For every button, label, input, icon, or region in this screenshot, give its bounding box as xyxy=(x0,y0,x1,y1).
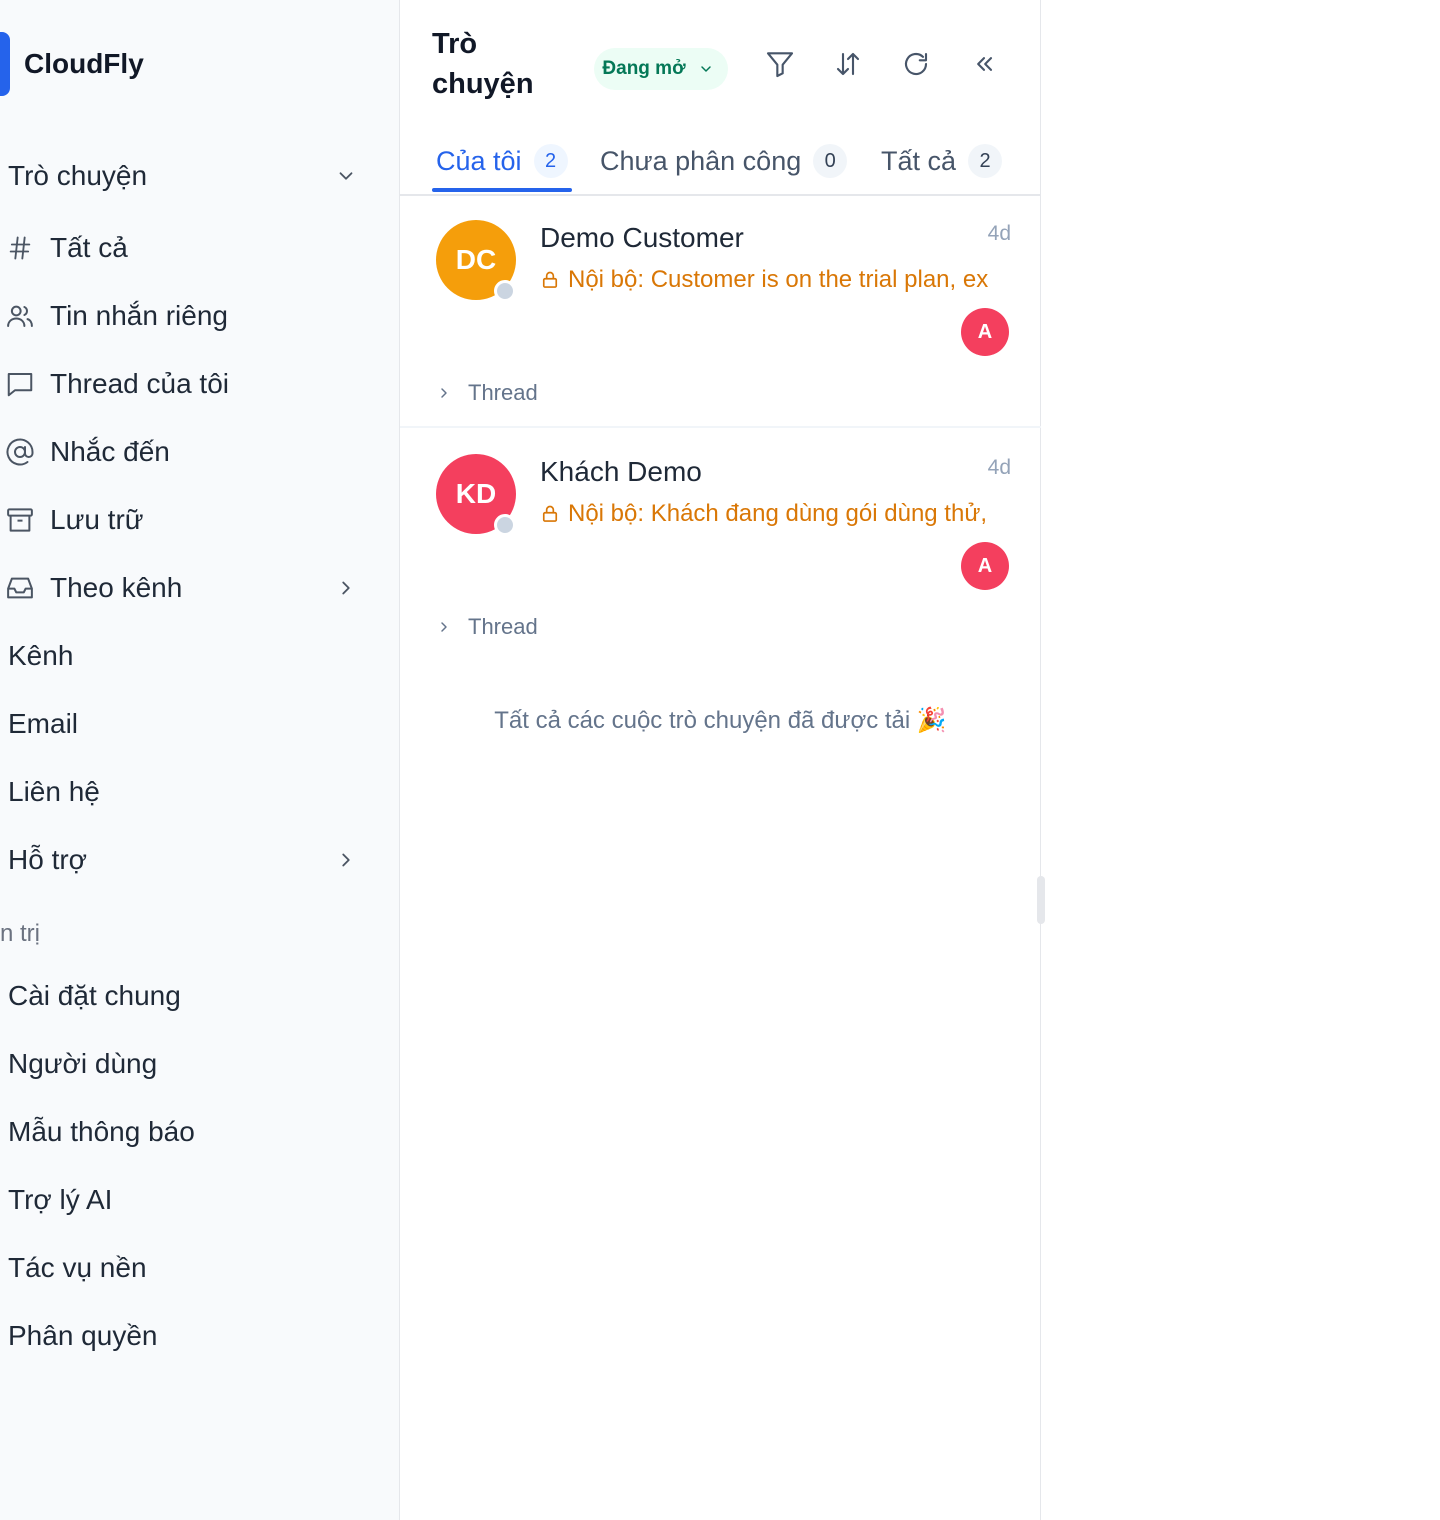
sidebar-link-label: Cài đặt chung xyxy=(8,980,181,1011)
message-preview-text: Nội bộ: Khách đang dùng gói dùng thử, xyxy=(568,500,988,527)
tab-count-badge: 2 xyxy=(968,144,1003,178)
sidebar-link-background-jobs[interactable]: Tác vụ nền xyxy=(0,1240,380,1296)
tab-label: Chưa phân công xyxy=(600,145,802,176)
sidebar-item-label: Theo kênh xyxy=(50,572,183,603)
contact-name: Demo Customer xyxy=(540,222,744,253)
tab-label: Của tôi xyxy=(436,145,522,176)
sidebar-link-channels[interactable]: Kênh xyxy=(0,628,380,684)
presence-dot xyxy=(494,280,516,302)
active-tab-indicator xyxy=(432,188,572,192)
sidebar-link-label: Người dùng xyxy=(8,1048,158,1079)
panel-resize-handle[interactable] xyxy=(1037,876,1045,924)
sidebar: CloudFly Trò chuyện Tất cả Tin nhắn riên… xyxy=(0,0,400,1520)
chevron-right-icon xyxy=(332,574,360,602)
conversation-time: 4d xyxy=(987,456,1011,479)
sidebar-link-label: Tác vụ nền xyxy=(8,1252,147,1283)
sidebar-link-permissions[interactable]: Phân quyền xyxy=(0,1308,380,1364)
message-preview: Nội bộ: Khách đang dùng gói dùng thử, xyxy=(540,498,1010,530)
tab-count-badge: 0 xyxy=(813,144,848,178)
message-preview-text: Nội bộ: Customer is on the trial plan, e… xyxy=(568,266,989,293)
sidebar-link-label: Phân quyền xyxy=(8,1320,158,1351)
sidebar-link-label: Liên hệ xyxy=(8,776,100,807)
sidebar-item-label: Tất cả xyxy=(50,232,128,263)
sort-icon[interactable] xyxy=(828,44,868,84)
sidebar-link-label: Kênh xyxy=(8,640,74,671)
brand-logo xyxy=(0,32,10,96)
status-filter-value: Đang mở xyxy=(602,58,686,79)
message-preview: Nội bộ: Customer is on the trial plan, e… xyxy=(540,264,1010,296)
lock-icon xyxy=(540,270,560,290)
sidebar-item-mentions[interactable]: Nhắc đến xyxy=(0,424,380,480)
sidebar-item-archive[interactable]: Lưu trữ xyxy=(0,492,380,548)
thread-label: Thread xyxy=(468,380,538,405)
sidebar-item-label: Nhắc đến xyxy=(50,436,170,467)
tab-count-badge: 2 xyxy=(533,144,568,178)
page-title: Trò chuyện xyxy=(432,28,534,100)
sidebar-link-label: Email xyxy=(8,708,79,739)
sidebar-link-label: Hỗ trợ xyxy=(8,844,88,875)
hash-icon xyxy=(2,230,38,266)
status-filter-dropdown[interactable]: Đang mở xyxy=(594,48,728,90)
inbox-icon xyxy=(2,570,38,606)
chevron-down-icon xyxy=(332,162,360,190)
sidebar-item-my-threads[interactable]: Thread của tôi xyxy=(0,356,380,412)
sidebar-item-label: Tin nhắn riêng xyxy=(50,300,228,331)
collapse-icon[interactable] xyxy=(964,44,1004,84)
tab-label: Tất cả xyxy=(881,145,957,176)
conversation-time: 4d xyxy=(987,222,1011,245)
sidebar-item-by-channel[interactable]: Theo kênh xyxy=(0,560,380,616)
assignee-avatar: A xyxy=(961,308,1009,356)
sidebar-group-label: Trò chuyện xyxy=(8,160,148,191)
chevron-right-icon xyxy=(436,619,456,635)
at-sign-icon xyxy=(2,434,38,470)
sidebar-link-label: Trợ lý AI xyxy=(8,1184,113,1215)
tab-all[interactable]: Tất cả 2 xyxy=(881,130,1003,192)
sidebar-link-contacts[interactable]: Liên hệ xyxy=(0,764,380,820)
tab-unassigned[interactable]: Chưa phân công 0 xyxy=(600,130,848,192)
all-loaded-note: Tất cả các cuộc trò chuyện đã được tải 🎉 xyxy=(494,707,947,734)
sidebar-link-email[interactable]: Email xyxy=(0,696,380,752)
filter-icon[interactable] xyxy=(760,44,800,84)
assignee-avatar: A xyxy=(961,542,1009,590)
conversation-list-panel: Trò chuyện Đang mở Của tôi 2 Chưa phân c… xyxy=(400,0,1041,1520)
admin-section-label: n trị xyxy=(0,920,41,947)
brand[interactable]: CloudFly xyxy=(0,32,144,96)
brand-name: CloudFly xyxy=(24,48,144,79)
contact-name: Khách Demo xyxy=(540,456,702,487)
sidebar-item-private-messages[interactable]: Tin nhắn riêng xyxy=(0,288,380,344)
tab-bar: Của tôi 2 Chưa phân công 0 Tất cả 2 xyxy=(400,130,1041,196)
sidebar-link-ai-assistant[interactable]: Trợ lý AI xyxy=(0,1172,380,1228)
tab-mine[interactable]: Của tôi 2 xyxy=(436,130,568,192)
message-square-icon xyxy=(2,366,38,402)
archive-icon xyxy=(2,502,38,538)
conversation-item[interactable]: DC Demo Customer 4d Nội bộ: Customer is … xyxy=(400,196,1041,428)
sidebar-link-notification-templates[interactable]: Mẫu thông báo xyxy=(0,1104,380,1160)
lock-icon xyxy=(540,504,560,524)
thread-label: Thread xyxy=(468,614,538,639)
sidebar-link-support[interactable]: Hỗ trợ xyxy=(0,832,380,888)
sidebar-link-label: Mẫu thông báo xyxy=(8,1116,195,1147)
sidebar-item-label: Thread của tôi xyxy=(50,368,229,399)
thread-toggle[interactable]: Thread xyxy=(436,614,538,640)
refresh-icon[interactable] xyxy=(896,44,936,84)
sidebar-item-label: Lưu trữ xyxy=(50,504,144,535)
sidebar-link-users[interactable]: Người dùng xyxy=(0,1036,380,1092)
sidebar-group-conversations[interactable]: Trò chuyện xyxy=(0,148,380,204)
chevron-right-icon xyxy=(436,385,456,401)
thread-toggle[interactable]: Thread xyxy=(436,380,538,406)
conversation-item[interactable]: KD Khách Demo 4d Nội bộ: Khách đang dùng… xyxy=(400,430,1041,662)
users-icon xyxy=(2,298,38,334)
sidebar-item-all[interactable]: Tất cả xyxy=(0,220,380,276)
presence-dot xyxy=(494,514,516,536)
chevron-right-icon xyxy=(332,846,360,874)
sidebar-link-general-settings[interactable]: Cài đặt chung xyxy=(0,968,380,1024)
chevron-down-icon xyxy=(694,61,718,77)
